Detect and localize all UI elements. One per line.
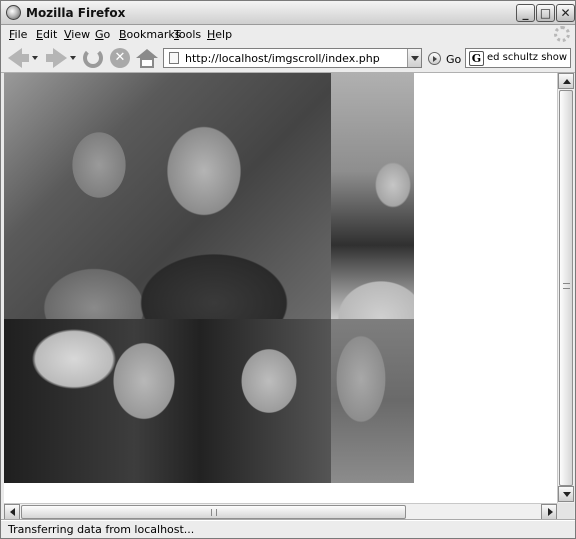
reload-button[interactable] bbox=[81, 46, 105, 70]
maximize-button[interactable]: □ bbox=[536, 4, 555, 22]
menu-view-label: iew bbox=[71, 28, 91, 41]
menu-view[interactable]: View bbox=[64, 28, 90, 41]
window-title: Mozilla Firefox bbox=[26, 6, 126, 20]
search-bar[interactable]: G ed schultz show bbox=[465, 48, 571, 68]
chevron-down-icon bbox=[32, 56, 38, 60]
forward-history-dropdown[interactable] bbox=[69, 46, 77, 70]
menu-go-accel: G bbox=[95, 28, 104, 41]
google-search-icon[interactable]: G bbox=[469, 51, 484, 66]
photo-woman-and-baby-facing bbox=[4, 319, 331, 483]
home-icon-body bbox=[140, 57, 154, 68]
reload-icon bbox=[83, 48, 103, 68]
scrollbar-corner bbox=[557, 503, 574, 519]
url-bar[interactable]: http://localhost/imgscroll/index.php bbox=[163, 48, 422, 68]
horizontal-scroll-thumb[interactable] bbox=[21, 505, 406, 519]
title-bar[interactable]: Mozilla Firefox _ □ ✕ bbox=[1, 1, 575, 25]
forward-arrow-icon bbox=[52, 48, 67, 68]
grip-icon bbox=[563, 283, 570, 289]
url-history-dropdown[interactable] bbox=[407, 49, 421, 67]
scroll-up-button[interactable] bbox=[558, 73, 574, 89]
vertical-scroll-thumb[interactable] bbox=[559, 90, 573, 486]
status-divider bbox=[1, 520, 575, 521]
menu-bookmarks-accel: B bbox=[119, 28, 127, 41]
forward-arrow-stem bbox=[45, 54, 53, 62]
menu-tools-label: ools bbox=[178, 28, 202, 41]
back-arrow-icon bbox=[7, 48, 22, 68]
menu-go[interactable]: Go bbox=[95, 28, 110, 41]
status-text: Transferring data from localhost... bbox=[8, 523, 195, 536]
home-icon bbox=[136, 48, 158, 58]
menu-bookmarks-label: ookmarks bbox=[126, 28, 181, 41]
horizontal-scrollbar[interactable] bbox=[4, 503, 557, 520]
back-arrow-stem bbox=[21, 54, 29, 62]
activity-throbber-icon bbox=[554, 26, 570, 42]
scroll-left-button[interactable] bbox=[4, 504, 20, 520]
stop-icon: ✕ bbox=[110, 48, 130, 68]
minimize-button[interactable]: _ bbox=[516, 4, 535, 22]
photo-mother-and-baby bbox=[4, 73, 331, 319]
browser-window: Mozilla Firefox _ □ ✕ File Edit View Go … bbox=[0, 0, 576, 539]
stop-button[interactable]: ✕ bbox=[108, 46, 132, 70]
menu-help[interactable]: Help bbox=[207, 28, 232, 41]
go-arrow-icon[interactable] bbox=[428, 52, 441, 65]
menu-help-label: elp bbox=[215, 28, 233, 41]
menu-edit[interactable]: Edit bbox=[36, 28, 57, 41]
home-button[interactable] bbox=[135, 46, 159, 70]
url-input[interactable]: http://localhost/imgscroll/index.php bbox=[185, 52, 380, 65]
menu-go-label: o bbox=[103, 28, 111, 41]
forward-button[interactable] bbox=[45, 46, 67, 70]
search-input[interactable]: ed schultz show bbox=[487, 52, 571, 63]
page-content bbox=[4, 73, 557, 503]
back-button[interactable] bbox=[7, 46, 29, 70]
grip-icon bbox=[211, 509, 217, 516]
menu-edit-label: dit bbox=[42, 28, 58, 41]
menu-file[interactable]: File bbox=[9, 28, 27, 41]
chevron-down-icon bbox=[411, 56, 419, 61]
back-history-dropdown[interactable] bbox=[31, 46, 39, 70]
photo-partial-edge bbox=[331, 319, 414, 483]
close-button[interactable]: ✕ bbox=[556, 4, 575, 22]
go-button[interactable]: Go bbox=[446, 53, 461, 66]
menu-tools[interactable]: Tools bbox=[174, 28, 201, 41]
menu-file-label: ile bbox=[14, 28, 28, 41]
photo-baby-ear-closeup bbox=[331, 73, 414, 319]
page-icon bbox=[169, 52, 179, 64]
status-bar: Transferring data from localhost... bbox=[1, 519, 575, 538]
chevron-down-icon bbox=[70, 56, 76, 60]
menu-bookmarks[interactable]: Bookmarks bbox=[119, 28, 180, 41]
menu-edit-accel: E bbox=[36, 28, 43, 41]
scroll-right-button[interactable] bbox=[541, 504, 557, 520]
menu-bar: File Edit View Go Bookmarks Tools Help bbox=[1, 25, 575, 43]
firefox-logo-icon bbox=[6, 5, 21, 20]
vertical-scrollbar[interactable] bbox=[557, 73, 574, 503]
scroll-down-button[interactable] bbox=[558, 486, 574, 502]
